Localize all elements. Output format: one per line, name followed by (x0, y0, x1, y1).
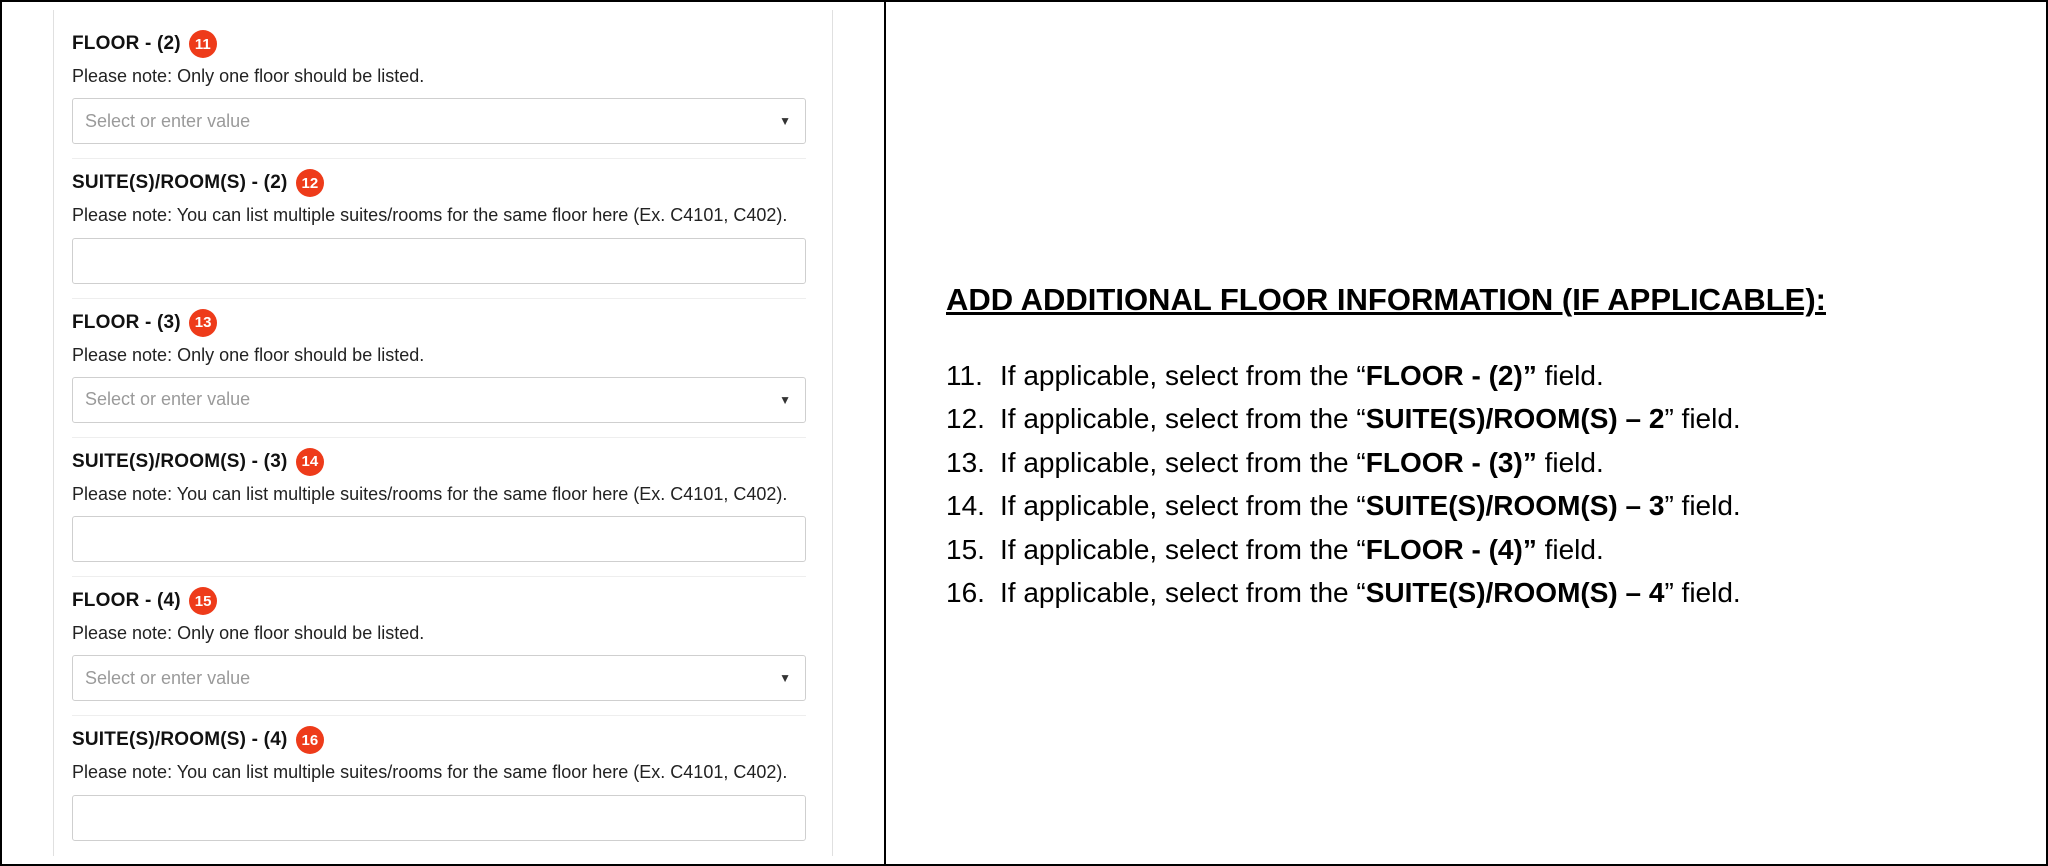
instruction-text: If applicable, select from the “FLOOR - … (1000, 441, 1604, 484)
suite-2-note: Please note: You can list multiple suite… (72, 203, 806, 227)
instruction-item: 15.If applicable, select from the “FLOOR… (946, 528, 1986, 571)
floor-2-note: Please note: Only one floor should be li… (72, 64, 806, 88)
form-group-suite-3: SUITE(S)/ROOM(S) - (3) 14 Please note: Y… (72, 438, 806, 577)
document-container: FLOOR - (2) 11 Please note: Only one flo… (0, 0, 2048, 866)
floor-4-note: Please note: Only one floor should be li… (72, 621, 806, 645)
suite-3-input[interactable] (72, 516, 806, 562)
suite-4-label: SUITE(S)/ROOM(S) - (4) (72, 729, 288, 751)
label-row: SUITE(S)/ROOM(S) - (4) 16 (72, 726, 806, 754)
label-row: SUITE(S)/ROOM(S) - (2) 12 (72, 169, 806, 197)
floor-3-note: Please note: Only one floor should be li… (72, 343, 806, 367)
instruction-number: 11. (946, 354, 1000, 397)
label-row: FLOOR - (4) 15 (72, 587, 806, 615)
suite-3-note: Please note: You can list multiple suite… (72, 482, 806, 506)
instruction-number: 12. (946, 397, 1000, 440)
label-row: FLOOR - (3) 13 (72, 309, 806, 337)
select-placeholder: Select or enter value (85, 389, 250, 410)
instruction-number: 15. (946, 528, 1000, 571)
instruction-item: 11.If applicable, select from the “FLOOR… (946, 354, 1986, 397)
step-badge-11: 11 (189, 30, 217, 58)
step-badge-12: 12 (296, 169, 325, 197)
form-group-suite-4: SUITE(S)/ROOM(S) - (4) 16 Please note: Y… (72, 716, 806, 854)
form-group-floor-2: FLOOR - (2) 11 Please note: Only one flo… (72, 20, 806, 159)
instruction-text: If applicable, select from the “SUITE(S)… (1000, 571, 1741, 614)
step-badge-16: 16 (296, 726, 325, 754)
select-placeholder: Select or enter value (85, 111, 250, 132)
step-badge-13: 13 (189, 309, 218, 337)
label-row: FLOOR - (2) 11 (72, 30, 806, 58)
form-group-suite-2: SUITE(S)/ROOM(S) - (2) 12 Please note: Y… (72, 159, 806, 298)
floor-3-label: FLOOR - (3) (72, 312, 181, 334)
suite-2-label: SUITE(S)/ROOM(S) - (2) (72, 172, 288, 194)
instructions-list: 11.If applicable, select from the “FLOOR… (946, 354, 1986, 614)
instruction-item: 13.If applicable, select from the “FLOOR… (946, 441, 1986, 484)
instruction-text: If applicable, select from the “FLOOR - … (1000, 528, 1604, 571)
suite-3-label: SUITE(S)/ROOM(S) - (3) (72, 451, 288, 473)
suite-4-input[interactable] (72, 795, 806, 841)
floor-4-label: FLOOR - (4) (72, 590, 181, 612)
instruction-number: 16. (946, 571, 1000, 614)
suite-4-note: Please note: You can list multiple suite… (72, 760, 806, 784)
chevron-down-icon: ▼ (779, 393, 791, 407)
instruction-number: 13. (946, 441, 1000, 484)
instruction-item: 16.If applicable, select from the “SUITE… (946, 571, 1986, 614)
instruction-item: 14.If applicable, select from the “SUITE… (946, 484, 1986, 527)
instruction-text: If applicable, select from the “FLOOR - … (1000, 354, 1604, 397)
label-row: SUITE(S)/ROOM(S) - (3) 14 (72, 448, 806, 476)
suite-2-input[interactable] (72, 238, 806, 284)
instructions-column: ADD ADDITIONAL FLOOR INFORMATION (IF APP… (886, 2, 2046, 864)
form-column: FLOOR - (2) 11 Please note: Only one flo… (2, 2, 886, 864)
select-placeholder: Select or enter value (85, 668, 250, 689)
chevron-down-icon: ▼ (779, 114, 791, 128)
instruction-text: If applicable, select from the “SUITE(S)… (1000, 397, 1741, 440)
floor-2-label: FLOOR - (2) (72, 33, 181, 55)
form-panel: FLOOR - (2) 11 Please note: Only one flo… (53, 10, 833, 856)
instruction-text: If applicable, select from the “SUITE(S)… (1000, 484, 1741, 527)
instruction-item: 12.If applicable, select from the “SUITE… (946, 397, 1986, 440)
chevron-down-icon: ▼ (779, 671, 791, 685)
form-group-floor-3: FLOOR - (3) 13 Please note: Only one flo… (72, 299, 806, 438)
floor-4-select[interactable]: Select or enter value ▼ (72, 655, 806, 701)
step-badge-15: 15 (189, 587, 218, 615)
step-badge-14: 14 (296, 448, 325, 476)
form-group-floor-4: FLOOR - (4) 15 Please note: Only one flo… (72, 577, 806, 716)
instructions-heading: ADD ADDITIONAL FLOOR INFORMATION (IF APP… (946, 282, 1986, 318)
floor-3-select[interactable]: Select or enter value ▼ (72, 377, 806, 423)
floor-2-select[interactable]: Select or enter value ▼ (72, 98, 806, 144)
instruction-number: 14. (946, 484, 1000, 527)
